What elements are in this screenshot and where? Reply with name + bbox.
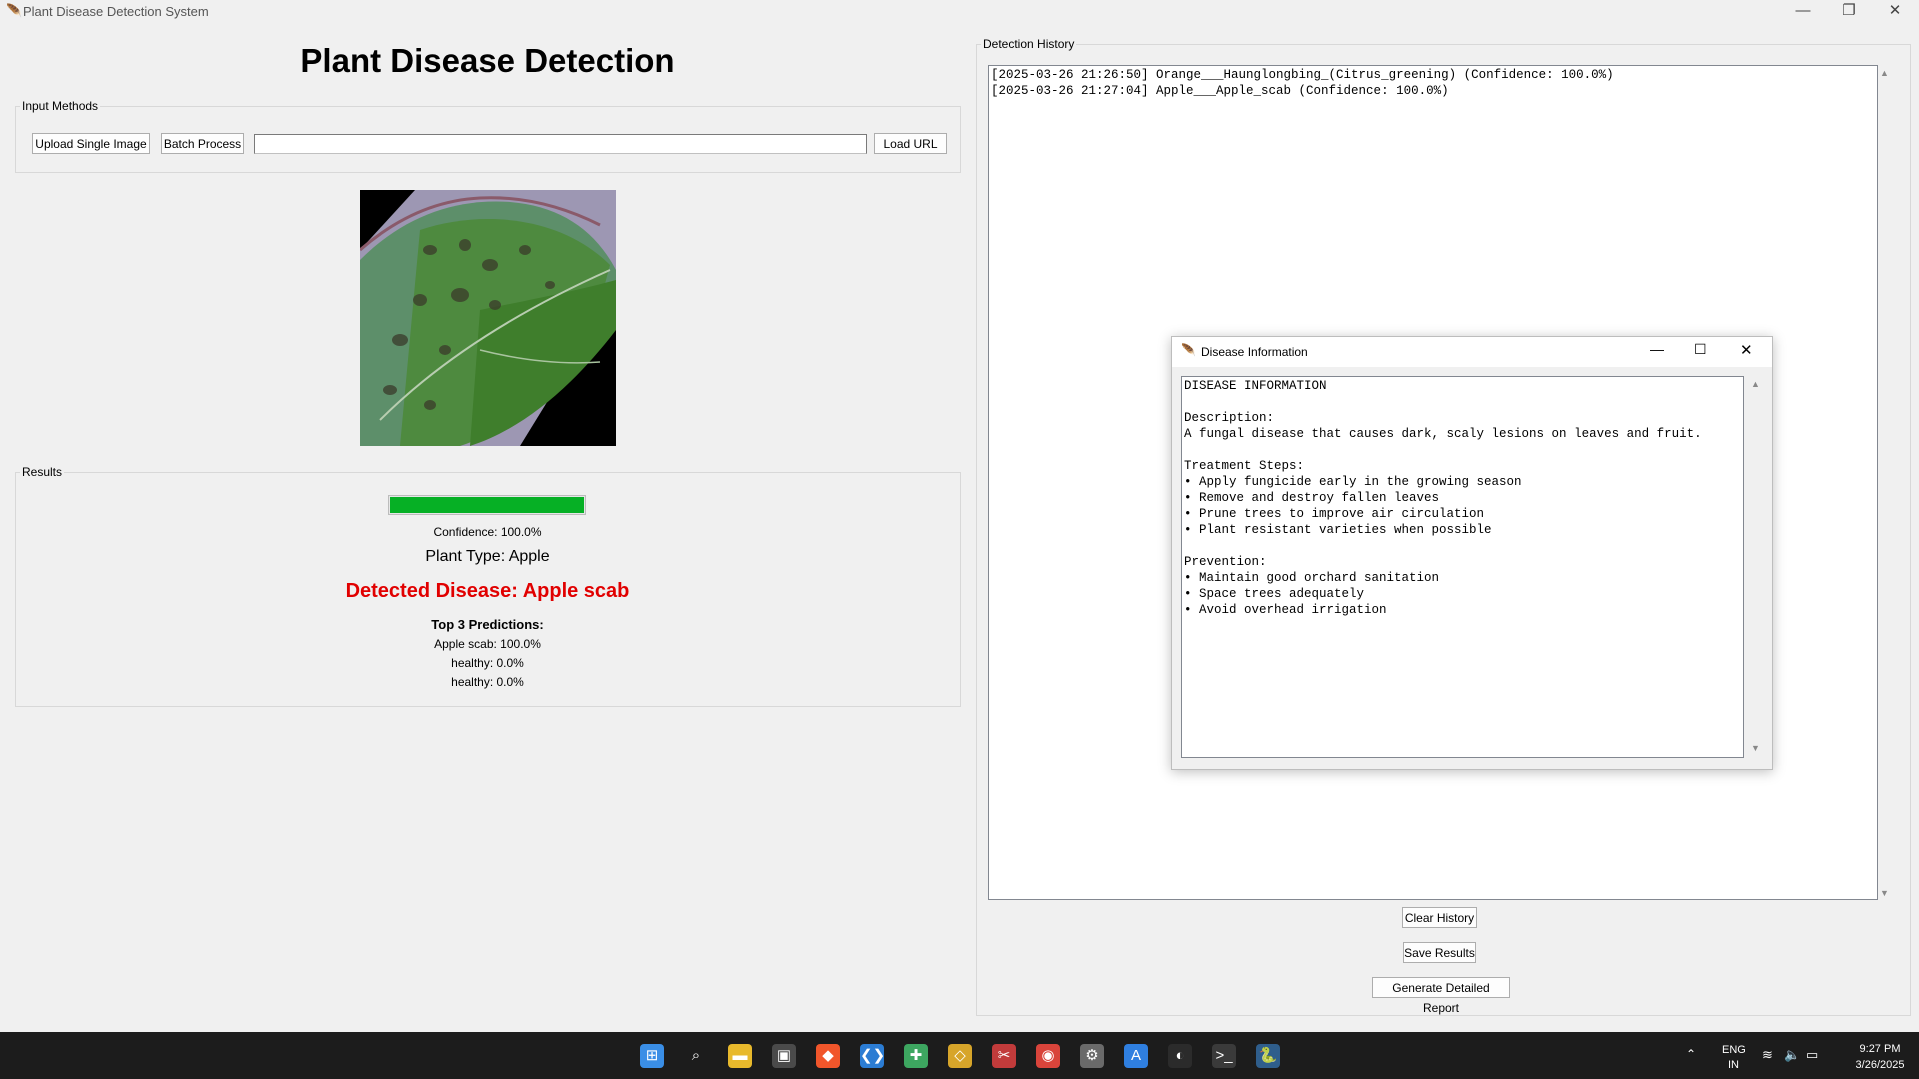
upload-single-image-button[interactable]: Upload Single Image — [32, 133, 150, 154]
app-store-icon[interactable]: A — [1124, 1044, 1148, 1068]
dialog-title-bar: 🪶 Disease Information — ☐ ✕ — [1172, 337, 1772, 367]
windows-taskbar: ⊞ ⌕ ▬ ▣ ◆ ❮❯ ✚ ◇ ✂ ◉ ⚙ A ◐ >_ 🐍 ⌃ ENG IN ≋ 🔈 ▭ 9:27 PM… — [0, 1032, 1919, 1079]
generate-report-button[interactable]: Generate Detailed Report — [1372, 977, 1510, 1015]
window-title-bar: 🪶 Plant Disease Detection System — ❐ ✕ — [0, 0, 1919, 23]
dialog-text-line: • Remove and destroy fallen leaves — [1184, 491, 1440, 505]
dialog-maximize-button[interactable]: ☐ — [1694, 341, 1707, 358]
dialog-scroll-up-icon[interactable]: ▲ — [1751, 379, 1760, 389]
confidence-progress-fill — [390, 497, 584, 513]
detected-disease-label: Detected Disease: Apple scab — [345, 580, 630, 602]
prediction-2: healthy: 0.0% — [451, 656, 524, 670]
clear-history-button[interactable]: Clear History — [1402, 907, 1477, 928]
leaf-image — [360, 190, 616, 446]
dialog-minimize-button[interactable]: — — [1650, 341, 1664, 357]
dialog-close-button[interactable]: ✕ — [1740, 341, 1753, 359]
app-icon[interactable]: ✚ — [904, 1044, 928, 1068]
history-scroll-up-icon[interactable]: ▲ — [1880, 68, 1889, 78]
snipping-tool-icon[interactable]: ✂ — [992, 1044, 1016, 1068]
tk-feather-icon: 🪶 — [6, 3, 23, 18]
url-input[interactable] — [254, 134, 867, 154]
store-icon[interactable]: ▣ — [772, 1044, 796, 1068]
page-title: Plant Disease Detection — [300, 42, 675, 79]
batch-process-button[interactable]: Batch Process — [161, 133, 244, 154]
leaf-illustration — [360, 190, 616, 446]
disease-info-textarea[interactable]: DISEASE INFORMATION Description: A fungal … — [1181, 376, 1744, 758]
minimize-button[interactable]: — — [1780, 0, 1826, 23]
prediction-1: Apple scab: 100.0% — [434, 637, 541, 651]
github-icon[interactable]: ◐ — [1168, 1044, 1192, 1068]
top3-heading: Top 3 Predictions: — [431, 617, 544, 632]
results-legend: Results — [22, 465, 63, 479]
dialog-text-line: Description: — [1184, 411, 1275, 425]
disease-info-dialog: 🪶 Disease Information — ☐ ✕ DISEASE INFO… — [1171, 336, 1773, 770]
volume-icon[interactable]: 🔈 — [1784, 1047, 1800, 1063]
save-results-button[interactable]: Save Results — [1403, 942, 1476, 963]
history-scroll-down-icon[interactable]: ▼ — [1880, 888, 1889, 898]
file-explorer-icon[interactable]: ▬ — [728, 1044, 752, 1068]
input-methods-legend: Input Methods — [22, 99, 99, 113]
vscode-icon[interactable]: ❮❯ — [860, 1044, 885, 1068]
dialog-text-line: A fungal disease that causes dark, scaly… — [1184, 427, 1702, 441]
confidence-label: Confidence: 100.0% — [433, 525, 542, 539]
battery-icon[interactable]: ▭ — [1806, 1047, 1818, 1063]
dialog-text-line: DISEASE INFORMATION — [1184, 379, 1327, 393]
dialog-text-line: Treatment Steps: — [1184, 459, 1305, 473]
dialog-text-line: • Maintain good orchard sanitation — [1184, 571, 1440, 585]
dialog-text-line: Prevention: — [1184, 555, 1267, 569]
windows-start-icon[interactable]: ⊞ — [640, 1044, 664, 1068]
dialog-title: Disease Information — [1201, 345, 1308, 359]
wifi-icon[interactable]: ≋ — [1762, 1047, 1773, 1063]
history-entry-2: [2025-03-26 21:27:04] Apple___Apple_scab… — [991, 84, 1449, 98]
clock-date[interactable]: 3/26/2025 — [1850, 1059, 1910, 1071]
tray-overflow-icon[interactable]: ⌃ — [1686, 1047, 1696, 1061]
load-url-button[interactable]: Load URL — [874, 133, 947, 154]
git-icon[interactable]: ◇ — [948, 1044, 972, 1068]
dialog-text-line: • Space trees adequately — [1184, 587, 1365, 601]
confidence-progress-bar — [388, 495, 586, 515]
language-bottom[interactable]: IN — [1728, 1059, 1739, 1071]
clock-time[interactable]: 9:27 PM — [1850, 1043, 1910, 1055]
chrome-icon[interactable]: ◉ — [1036, 1044, 1060, 1068]
prediction-3: healthy: 0.0% — [451, 675, 524, 689]
language-top[interactable]: ENG — [1722, 1044, 1746, 1056]
window-title: Plant Disease Detection System — [23, 4, 209, 19]
dialog-text-line: • Avoid overhead irrigation — [1184, 603, 1387, 617]
dialog-text-line: • Apply fungicide early in the growing s… — [1184, 475, 1522, 489]
brave-browser-icon[interactable]: ◆ — [816, 1044, 840, 1068]
terminal-icon[interactable]: >_ — [1212, 1044, 1236, 1068]
search-icon[interactable]: ⌕ — [684, 1044, 708, 1068]
history-entry-1: [2025-03-26 21:26:50] Orange___Haunglong… — [991, 68, 1614, 82]
tk-feather-icon: 🪶 — [1181, 343, 1196, 357]
settings-icon[interactable]: ⚙ — [1080, 1044, 1104, 1068]
close-button[interactable]: ✕ — [1872, 0, 1918, 23]
maximize-button[interactable]: ❐ — [1826, 0, 1872, 23]
dialog-text-line: • Prune trees to improve air circulation — [1184, 507, 1485, 521]
dialog-scroll-down-icon[interactable]: ▼ — [1751, 743, 1760, 753]
plant-type-label: Plant Type: Apple — [425, 548, 550, 565]
dialog-text-line: • Plant resistant varieties when possibl… — [1184, 523, 1492, 537]
python-icon[interactable]: 🐍 — [1256, 1044, 1280, 1068]
detection-history-legend: Detection History — [983, 37, 1075, 51]
